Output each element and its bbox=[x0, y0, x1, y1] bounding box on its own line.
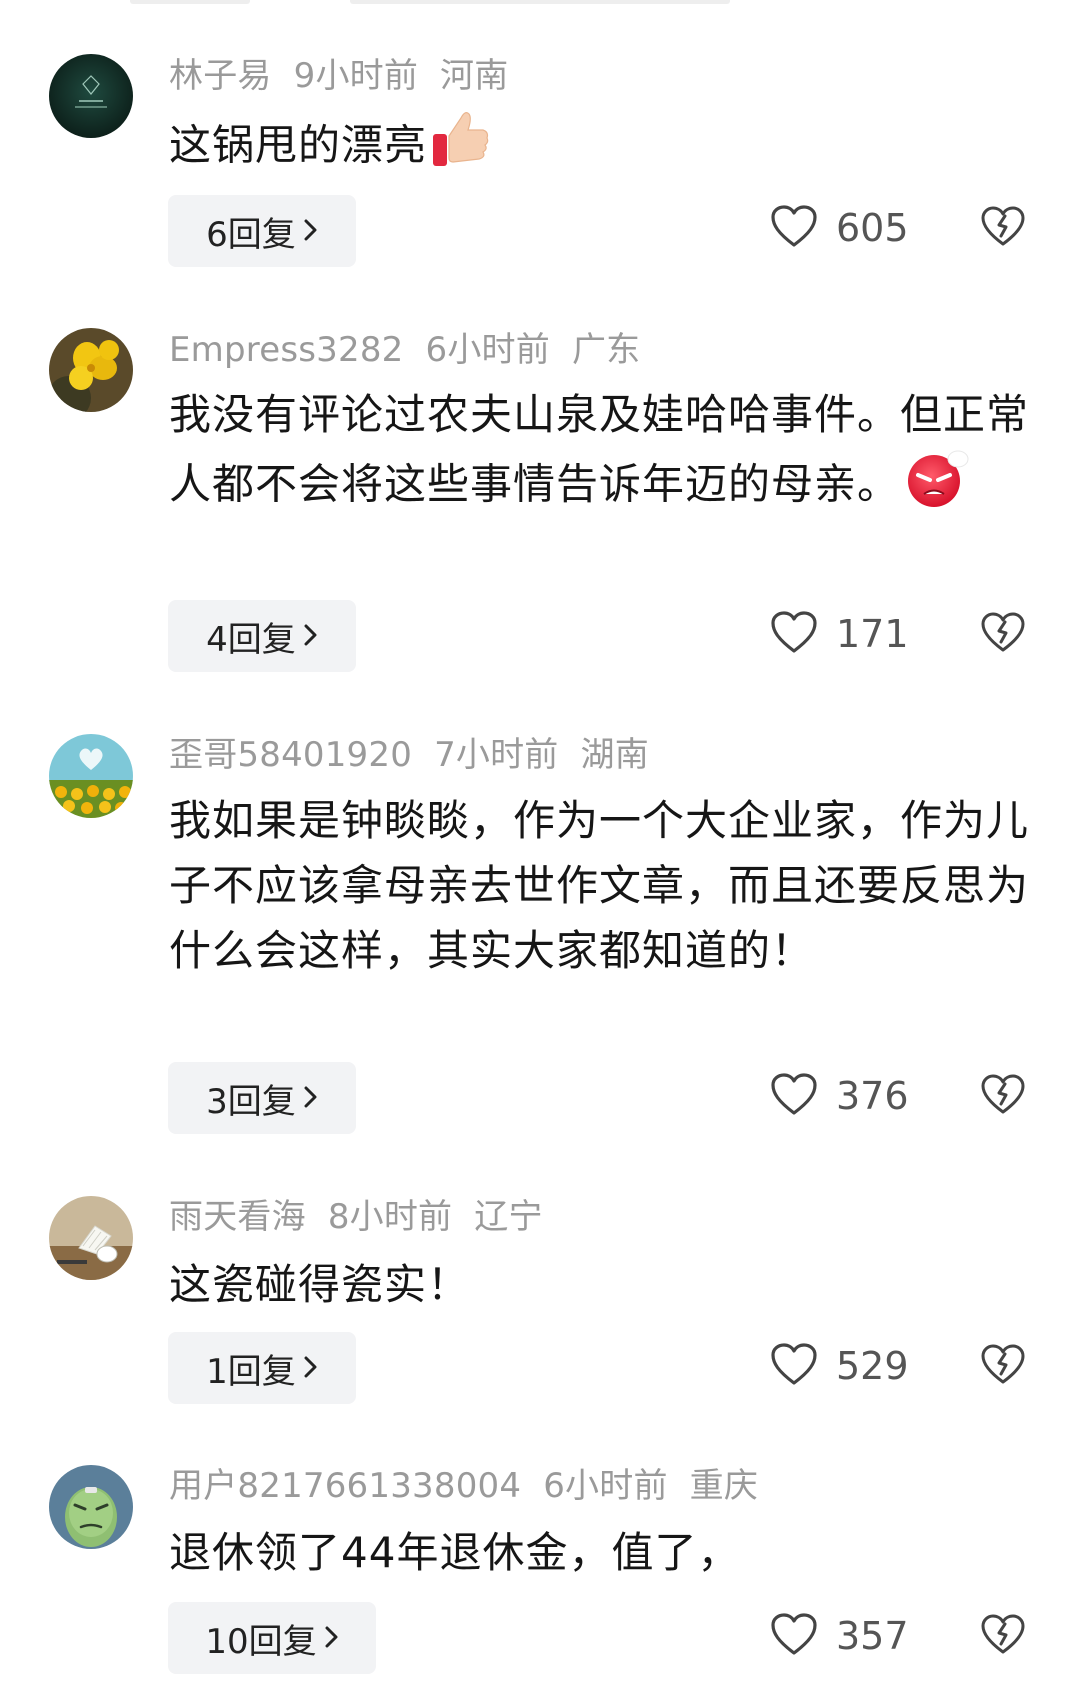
broken-heart-icon bbox=[980, 1613, 1026, 1659]
heart-outline-icon bbox=[770, 1612, 818, 1660]
timestamp: 6小时前 bbox=[543, 1466, 668, 1506]
dislike-button[interactable] bbox=[980, 1600, 1026, 1672]
like-button[interactable]: 357 bbox=[770, 1600, 909, 1672]
comment-meta: 用户8217661338004 6小时前 重庆 bbox=[169, 1462, 758, 1510]
view-replies-button[interactable]: 10回复 bbox=[168, 1602, 376, 1674]
username[interactable]: 用户8217661338004 bbox=[169, 1466, 521, 1506]
comment-item: 用户8217661338004 6小时前 重庆 退休领了44年退休金，值了， 10回… bbox=[0, 0, 1080, 1695]
reply-count-label: 10回复 bbox=[205, 1621, 317, 1662]
comment-text: 退休领了44年退休金，值了， bbox=[169, 1520, 1039, 1585]
region: 重庆 bbox=[689, 1466, 759, 1506]
avatar[interactable] bbox=[49, 1465, 133, 1549]
chevron-right-icon bbox=[325, 1618, 339, 1658]
like-count: 357 bbox=[836, 1614, 909, 1658]
comment-body: 退休领了44年退休金，值了， bbox=[169, 1528, 741, 1577]
